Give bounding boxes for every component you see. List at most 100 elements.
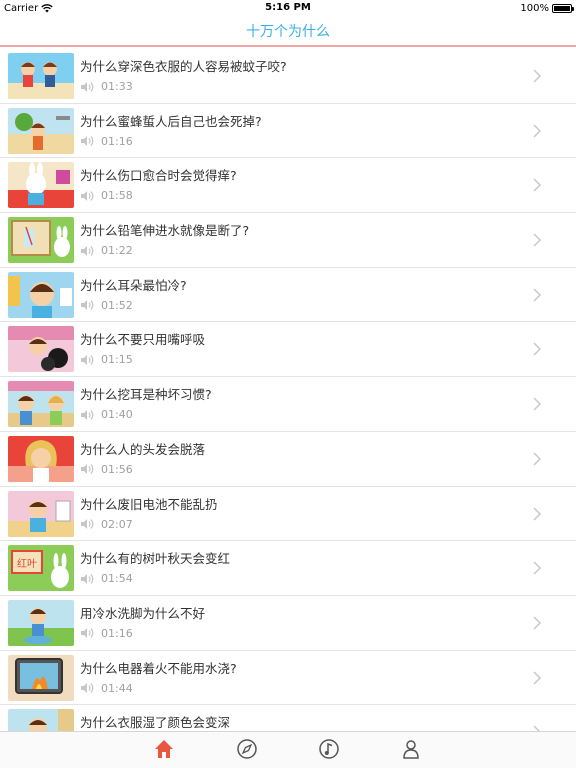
chevron-right-icon [533, 124, 542, 138]
status-right: 100% [520, 3, 574, 14]
thumbnail-image: 红叶 [8, 545, 74, 592]
item-duration: 01:16 [101, 626, 133, 640]
item-meta: 01:33 [80, 80, 133, 93]
thumbnail-image [8, 435, 74, 482]
thumbnail-image [8, 654, 74, 701]
home-icon [155, 740, 173, 758]
speaker-icon [81, 190, 94, 201]
episode-list[interactable]: 为什么穿深色衣服的人容易被蚊子咬? 01:33 为什么蜜蜂蜇人后自己也会死掉? … [0, 49, 576, 731]
list-item[interactable]: 为什么废旧电池不能乱扔 02:07 [0, 487, 576, 542]
list-item[interactable]: 为什么伤口愈合时会觉得痒? 01:58 [0, 158, 576, 214]
chevron-right-icon [533, 671, 542, 685]
speaker-icon [81, 683, 94, 694]
tab-discover[interactable] [236, 738, 258, 760]
chevron-right-icon [533, 725, 540, 731]
music-icon [319, 739, 339, 759]
chevron-right-icon [533, 233, 542, 247]
chevron-right-icon [533, 397, 542, 411]
thumbnail-image [8, 217, 74, 264]
item-title: 为什么蜜蜂蜇人后自己也会死掉? [80, 113, 262, 129]
battery-icon [552, 4, 574, 13]
tab-bar [0, 731, 576, 768]
person-icon [403, 740, 419, 759]
list-item[interactable]: 为什么电器着火不能用水浇? 01:44 [0, 651, 576, 706]
item-meta: 01:54 [80, 572, 133, 585]
item-meta: 01:52 [80, 299, 133, 312]
item-title: 为什么衣服湿了颜色会变深 [80, 715, 231, 731]
chevron-right-icon [533, 178, 542, 192]
item-title: 为什么有的树叶秋天会变红 [80, 551, 231, 567]
chevron-right-icon [533, 452, 542, 466]
list-item[interactable]: 为什么耳朵最怕冷? 01:52 [0, 268, 576, 323]
speaker-icon [81, 573, 94, 584]
item-title: 为什么电器着火不能用水浇? [80, 660, 237, 676]
thumbnail-image [8, 107, 74, 154]
chevron-right-icon [533, 561, 542, 575]
list-item[interactable]: 为什么人的头发会脱落 01:56 [0, 432, 576, 487]
thumbnail-image [8, 490, 74, 537]
item-duration: 01:33 [101, 80, 133, 93]
list-item[interactable]: 为什么穿深色衣服的人容易被蚊子咬? 01:33 [0, 49, 576, 104]
item-meta: 01:16 [80, 627, 133, 640]
item-meta: 01:16 [80, 135, 133, 148]
speaker-icon [81, 354, 94, 365]
status-time: 5:16 PM [265, 2, 311, 13]
item-duration: 02:07 [101, 517, 133, 531]
tab-home[interactable] [153, 738, 175, 760]
item-duration: 01:52 [101, 298, 133, 312]
speaker-icon [81, 136, 94, 147]
list-item[interactable]: 红叶 为什么有的树叶秋天会变红 01:54 [0, 541, 576, 596]
item-duration: 01:16 [101, 134, 133, 148]
thumbnail-image [8, 709, 74, 731]
thumbnail-image [8, 53, 74, 99]
list-item[interactable]: 为什么不要只用嘴呼吸 01:15 [0, 322, 576, 378]
item-title: 为什么铅笔伸进水就像是断了? [80, 223, 250, 239]
item-meta: 01:56 [80, 463, 133, 476]
item-duration: 01:22 [101, 244, 133, 258]
tab-profile[interactable] [400, 738, 422, 760]
thumbnail-image [8, 599, 74, 646]
speaker-icon [81, 464, 94, 475]
item-meta: 01:58 [80, 189, 133, 202]
item-title: 为什么耳朵最怕冷? [80, 277, 187, 293]
tab-music[interactable] [318, 738, 340, 760]
item-meta: 01:22 [80, 244, 133, 257]
nav-bar: 十万个为什么 [0, 17, 576, 47]
chevron-right-icon [533, 288, 542, 302]
speaker-icon [81, 409, 94, 420]
list-item[interactable]: 为什么铅笔伸进水就像是断了? 01:22 [0, 213, 576, 268]
speaker-icon [81, 519, 94, 529]
item-title: 为什么穿深色衣服的人容易被蚊子咬? [80, 59, 287, 74]
list-item[interactable]: 为什么蜜蜂蜇人后自己也会死掉? 01:16 [0, 104, 576, 159]
item-title: 为什么不要只用嘴呼吸 [80, 332, 206, 348]
item-duration: 01:58 [101, 189, 133, 203]
item-meta: 02:07 [80, 518, 133, 531]
item-title: 为什么废旧电池不能乱扔 [80, 496, 218, 512]
item-meta: 01:44 [80, 682, 133, 695]
status-bar: Carrier 5:16 PM 100% [0, 0, 576, 17]
chevron-right-icon [533, 342, 542, 356]
item-title: 为什么挖耳是种坏习惯? [80, 387, 212, 403]
chevron-right-icon [533, 506, 542, 521]
item-duration: 01:15 [101, 353, 133, 367]
item-duration: 01:54 [101, 572, 133, 586]
chevron-right-icon [533, 69, 542, 83]
item-title: 为什么人的头发会脱落 [80, 441, 206, 457]
list-item[interactable]: 为什么挖耳是种坏习惯? 01:40 [0, 377, 576, 432]
thumbnail-image [8, 271, 74, 318]
thumbnail-image [8, 162, 74, 209]
speaker-icon [81, 300, 94, 311]
chevron-right-icon [533, 616, 542, 630]
item-title: 用冷水洗脚为什么不好 [80, 605, 206, 621]
item-meta: 01:40 [80, 408, 133, 421]
list-item[interactable]: 用冷水洗脚为什么不好 01:16 [0, 596, 576, 651]
item-duration: 01:40 [101, 408, 133, 422]
battery-percent: 100% [520, 3, 549, 14]
speaker-icon [81, 245, 94, 256]
item-title: 为什么伤口愈合时会觉得痒? [80, 168, 237, 184]
thumbnail-image [8, 326, 74, 373]
list-item[interactable]: 为什么衣服湿了颜色会变深 [0, 705, 576, 731]
item-meta: 01:15 [80, 353, 133, 366]
speaker-icon [81, 81, 94, 92]
speaker-icon [81, 628, 94, 639]
